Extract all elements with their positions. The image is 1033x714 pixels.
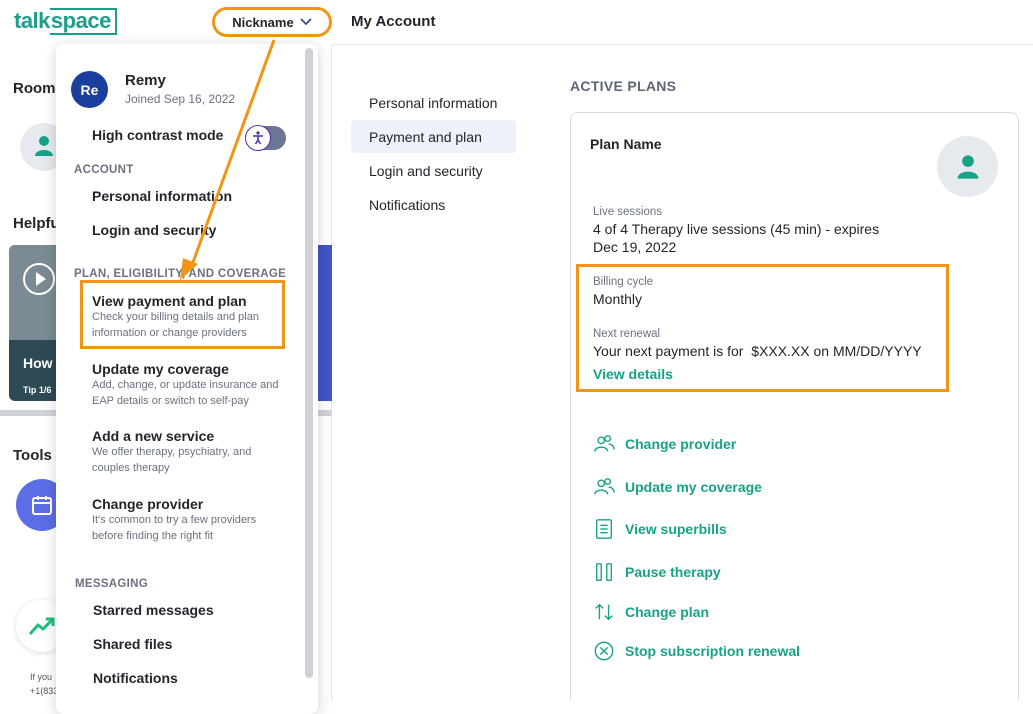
next-renewal-label: Next renewal <box>593 328 661 340</box>
live-sessions-value-1: 4 of 4 Therapy live sessions (45 min) - … <box>593 221 880 237</box>
menu-add-new-service[interactable]: Add a new service <box>92 428 214 444</box>
calendar-icon <box>32 496 52 515</box>
chevron-down-icon <box>300 18 312 26</box>
live-sessions-label: Live sessions <box>593 206 663 218</box>
tools-heading: Tools <box>13 447 52 464</box>
active-plans-heading: ACTIVE PLANS <box>570 78 677 94</box>
menu-update-coverage-desc: Add, change, or update insurance and EAP… <box>92 379 279 407</box>
talkspace-logo[interactable]: talk space <box>14 7 117 35</box>
swap-arrows-icon <box>595 603 613 621</box>
next-renewal-value: Your next payment is for $XXX.XX on MM/D… <box>593 343 922 359</box>
trend-up-icon <box>28 617 55 635</box>
users-icon <box>594 478 615 495</box>
menu-login-and-security[interactable]: Login and security <box>92 222 216 238</box>
action-pause-therapy[interactable]: Pause therapy <box>593 560 721 584</box>
dropdown-scrollbar[interactable] <box>305 48 313 678</box>
header-divider <box>332 44 1033 45</box>
accessibility-icon <box>245 125 271 151</box>
menu-view-payment-desc: Check your billing details and plan info… <box>92 311 259 339</box>
nav-payment-and-plan[interactable]: Payment and plan <box>351 120 516 153</box>
menu-view-payment-and-plan[interactable]: View payment and plan <box>92 293 247 309</box>
action-change-plan[interactable]: Change plan <box>593 600 709 624</box>
menu-add-new-service-desc: We offer therapy, psychiatry, and couple… <box>92 446 252 474</box>
nav-login-and-security[interactable]: Login and security <box>351 154 516 187</box>
menu-update-coverage[interactable]: Update my coverage <box>92 361 229 377</box>
nav-notifications[interactable]: Notifications <box>351 188 516 221</box>
document-icon <box>595 519 613 539</box>
action-stop-subscription[interactable]: Stop subscription renewal <box>593 639 800 663</box>
menu-change-provider-desc: It's common to try a few providers befor… <box>92 514 257 542</box>
menu-shared-files[interactable]: Shared files <box>93 636 172 652</box>
menu-personal-information[interactable]: Personal information <box>92 188 232 204</box>
pause-icon <box>595 563 613 581</box>
nickname-label: Nickname <box>232 14 294 30</box>
action-label: View superbills <box>625 521 727 537</box>
billing-cycle-value: Monthly <box>593 291 643 307</box>
person-icon <box>957 154 978 179</box>
menu-change-provider[interactable]: Change provider <box>92 496 203 512</box>
action-label: Change plan <box>625 604 710 620</box>
user-avatar: Re <box>71 71 108 108</box>
action-update-coverage[interactable]: Update my coverage <box>593 475 762 499</box>
messaging-section-heading: MESSAGING <box>75 578 148 590</box>
nickname-menu-button[interactable]: Nickname <box>212 7 332 37</box>
action-view-superbills[interactable]: View superbills <box>593 517 727 541</box>
card-title: How <box>23 355 53 371</box>
users-icon <box>594 435 615 452</box>
provider-avatar <box>937 136 998 197</box>
menu-starred-messages[interactable]: Starred messages <box>93 602 214 618</box>
action-change-provider[interactable]: Change provider <box>593 432 736 456</box>
high-contrast-label: High contrast mode <box>92 127 224 143</box>
logo-text-space: space <box>49 7 117 35</box>
logo-text-talk: talk <box>14 8 50 33</box>
action-label: Update my coverage <box>625 479 762 495</box>
view-details-link[interactable]: View details <box>593 366 673 382</box>
action-label: Stop subscription renewal <box>625 643 801 659</box>
card-tip-counter: Tip 1/6 <box>23 385 52 395</box>
cancel-circle-icon <box>594 641 614 661</box>
action-label: Pause therapy <box>625 564 721 580</box>
nav-personal-information[interactable]: Personal information <box>351 86 516 119</box>
page-title: My Account <box>351 13 436 30</box>
plan-section-heading: PLAN, ELIGIBILITY, AND COVERAGE <box>74 268 287 280</box>
user-name: Remy <box>125 72 166 89</box>
account-section-heading: ACCOUNT <box>74 164 134 176</box>
menu-notifications[interactable]: Notifications <box>93 670 178 686</box>
plan-name: Plan Name <box>590 136 662 152</box>
person-icon <box>35 136 53 156</box>
live-sessions-value-2: Dec 19, 2022 <box>593 239 677 255</box>
action-label: Change provider <box>625 436 737 452</box>
joined-date: Joined Sep 16, 2022 <box>125 92 236 106</box>
play-icon <box>23 263 55 295</box>
billing-cycle-label: Billing cycle <box>593 276 654 288</box>
helpful-card-2[interactable] <box>318 245 332 401</box>
